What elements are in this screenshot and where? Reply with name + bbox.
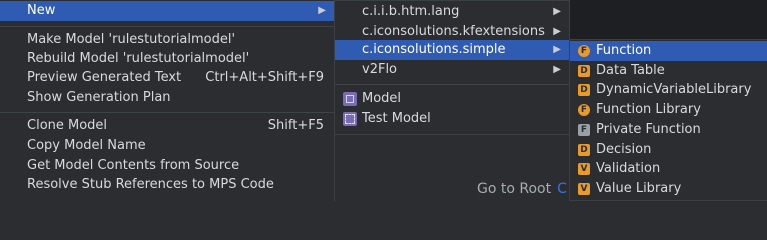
submenu-item-model[interactable]: Model (335, 89, 569, 109)
submenu-item-kfextensions[interactable]: c.iconsolutions.kfextensions ▶ (335, 22, 569, 42)
new-submenu: c.i.i.b.htm.lang ▶ c.iconsolutions.kfext… (334, 0, 570, 135)
concept-item-validation[interactable]: V Validation (570, 159, 767, 179)
concept-item-decision[interactable]: D Decision (570, 140, 767, 160)
menu-item-label: c.iconsolutions.kfextensions (362, 24, 545, 39)
submenu-item-htm-lang[interactable]: c.i.i.b.htm.lang ▶ (335, 2, 569, 22)
submenu-arrow-icon: ▶ (553, 6, 561, 17)
menu-item-label: c.i.i.b.htm.lang (362, 4, 460, 19)
concept-function-library-icon: F (578, 104, 590, 116)
submenu-item-test-model[interactable]: Test Model (335, 109, 569, 129)
menu-item-preview-generated-text[interactable]: Preview Generated Text Ctrl+Alt+Shift+F9 (0, 68, 334, 88)
menu-item-label: Rebuild Model 'rulestutorialmodel' (27, 51, 250, 66)
menu-item-label: v2Flo (362, 62, 398, 77)
concept-item-value-library[interactable]: V Value Library (570, 179, 767, 199)
menu-item-label: Decision (596, 142, 652, 157)
menu-item-label: Test Model (362, 111, 431, 126)
menu-item-label: Make Model 'rulestutorialmodel' (27, 32, 236, 47)
menu-separator (0, 112, 334, 113)
concept-item-data-table[interactable]: D Data Table (570, 61, 767, 81)
menu-item-show-generation-plan[interactable]: Show Generation Plan (0, 88, 334, 108)
menu-item-label: Resolve Stub References to MPS Code (27, 177, 274, 192)
menu-item-make-model[interactable]: Make Model 'rulestutorialmodel' (0, 30, 334, 50)
menu-item-new[interactable]: New ▶ (0, 1, 334, 21)
concept-submenu: F Function D Data Table D DynamicVariabl… (569, 39, 767, 201)
concept-data-table-icon: D (578, 65, 590, 77)
concept-dynamic-variable-library-icon: D (578, 84, 590, 96)
concept-decision-icon: D (578, 144, 590, 156)
test-model-icon (343, 112, 357, 126)
menu-item-label: Data Table (596, 63, 665, 78)
menu-item-label: c.iconsolutions.simple (362, 42, 506, 57)
concept-function-icon: F (578, 45, 590, 57)
concept-value-library-icon: V (578, 183, 590, 195)
concept-item-private-function[interactable]: F Private Function (570, 120, 767, 140)
concept-item-function-library[interactable]: F Function Library (570, 100, 767, 120)
menu-item-shortcut: Shift+F5 (267, 118, 324, 133)
menu-item-label: Copy Model Name (27, 138, 146, 153)
concept-private-function-icon: F (578, 124, 590, 136)
menu-item-label: Function Library (596, 102, 701, 117)
menu-item-resolve-stub-references[interactable]: Resolve Stub References to MPS Code (0, 175, 334, 195)
submenu-arrow-icon: ▶ (553, 26, 561, 37)
menu-item-label: Get Model Contents from Source (27, 158, 240, 173)
menu-separator (0, 26, 334, 27)
menu-item-label: Model (362, 91, 402, 106)
model-icon (343, 92, 357, 106)
concept-item-dynamic-variable-library[interactable]: D DynamicVariableLibrary (570, 80, 767, 100)
menu-item-label: Show Generation Plan (27, 90, 171, 105)
submenu-arrow-icon: ▶ (318, 5, 326, 16)
menu-item-label: Private Function (596, 122, 701, 137)
menu-item-rebuild-model[interactable]: Rebuild Model 'rulestutorialmodel' (0, 49, 334, 69)
submenu-arrow-icon: ▶ (553, 64, 561, 75)
go-to-root-label: Go to Root (477, 181, 552, 197)
menu-item-copy-model-name[interactable]: Copy Model Name (0, 136, 334, 156)
submenu-item-v2flo[interactable]: v2Flo ▶ (335, 60, 569, 80)
menu-item-label: Preview Generated Text (27, 70, 182, 85)
menu-item-label: DynamicVariableLibrary (596, 82, 752, 97)
menu-item-label: Function (596, 43, 652, 58)
concept-item-function[interactable]: F Function (570, 41, 767, 61)
menu-item-label: New (27, 3, 56, 18)
menu-separator (335, 84, 569, 85)
context-menu: New ▶ Make Model 'rulestutorialmodel' Re… (0, 0, 335, 201)
menu-item-clone-model[interactable]: Clone Model Shift+F5 (0, 116, 334, 136)
go-to-root-key: C (557, 181, 567, 197)
submenu-item-iconsolutions-simple[interactable]: c.iconsolutions.simple ▶ (335, 40, 569, 60)
menu-item-label: Clone Model (27, 118, 108, 133)
concept-validation-icon: V (578, 163, 590, 175)
submenu-arrow-icon: ▶ (553, 44, 561, 55)
menu-item-label: Validation (596, 161, 661, 176)
menu-item-get-model-contents[interactable]: Get Model Contents from Source (0, 156, 334, 176)
menu-item-label: Value Library (596, 181, 682, 196)
menu-item-shortcut: Ctrl+Alt+Shift+F9 (205, 70, 324, 85)
go-to-root-hint: Go to Root C (477, 181, 567, 197)
